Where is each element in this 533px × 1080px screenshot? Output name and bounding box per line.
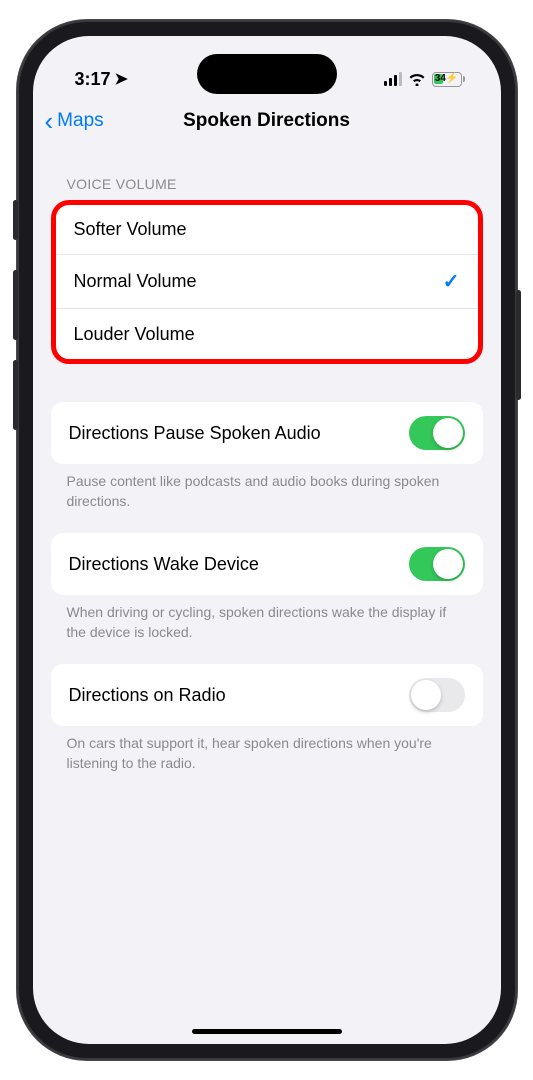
wake-device-footer: When driving or cycling, spoken directio…: [51, 595, 483, 642]
chevron-left-icon: ‹: [45, 108, 54, 134]
on-radio-footer: On cars that support it, hear spoken dir…: [51, 726, 483, 773]
wake-device-row[interactable]: Directions Wake Device: [51, 533, 483, 595]
back-button[interactable]: ‹ Maps: [45, 108, 104, 134]
location-arrow-icon: ➤: [115, 69, 128, 89]
louder-volume-row[interactable]: Louder Volume: [56, 309, 478, 359]
option-label: Louder Volume: [74, 324, 195, 345]
option-label: Softer Volume: [74, 219, 187, 240]
wifi-icon: [408, 72, 426, 86]
content: VOICE VOLUME Softer Volume Normal Volume…: [33, 148, 501, 774]
status-time: 3:17: [75, 69, 111, 90]
on-radio-group: Directions on Radio: [51, 664, 483, 726]
option-label: Normal Volume: [74, 271, 197, 292]
battery-icon: 34⚡: [432, 72, 465, 87]
toggle-label: Directions on Radio: [69, 685, 226, 706]
home-indicator[interactable]: [192, 1029, 342, 1034]
nav-bar: ‹ Maps Spoken Directions: [33, 98, 501, 148]
screen: 3:17 ➤ 34⚡: [33, 36, 501, 1044]
checkmark-icon: ✓: [443, 269, 460, 294]
dynamic-island: [197, 54, 337, 94]
softer-volume-row[interactable]: Softer Volume: [56, 205, 478, 255]
pause-audio-row[interactable]: Directions Pause Spoken Audio: [51, 402, 483, 464]
volume-down-button: [13, 360, 18, 430]
status-right: 34⚡: [384, 72, 465, 87]
normal-volume-row[interactable]: Normal Volume ✓: [56, 255, 478, 309]
phone-frame: 3:17 ➤ 34⚡: [17, 20, 517, 1060]
pause-audio-footer: Pause content like podcasts and audio bo…: [51, 464, 483, 511]
toggle-label: Directions Pause Spoken Audio: [69, 423, 321, 444]
pause-audio-toggle[interactable]: [409, 416, 465, 450]
wake-device-toggle[interactable]: [409, 547, 465, 581]
voice-volume-group: Softer Volume Normal Volume ✓ Louder Vol…: [51, 200, 483, 364]
on-radio-toggle[interactable]: [409, 678, 465, 712]
back-label: Maps: [57, 110, 103, 132]
silence-switch: [13, 200, 18, 240]
power-button: [516, 290, 521, 400]
pause-audio-group: Directions Pause Spoken Audio: [51, 402, 483, 464]
wake-device-group: Directions Wake Device: [51, 533, 483, 595]
toggle-label: Directions Wake Device: [69, 554, 259, 575]
status-left: 3:17 ➤: [75, 69, 128, 90]
on-radio-row[interactable]: Directions on Radio: [51, 664, 483, 726]
cellular-signal-icon: [384, 72, 402, 86]
voice-volume-header: VOICE VOLUME: [51, 148, 483, 200]
volume-up-button: [13, 270, 18, 340]
